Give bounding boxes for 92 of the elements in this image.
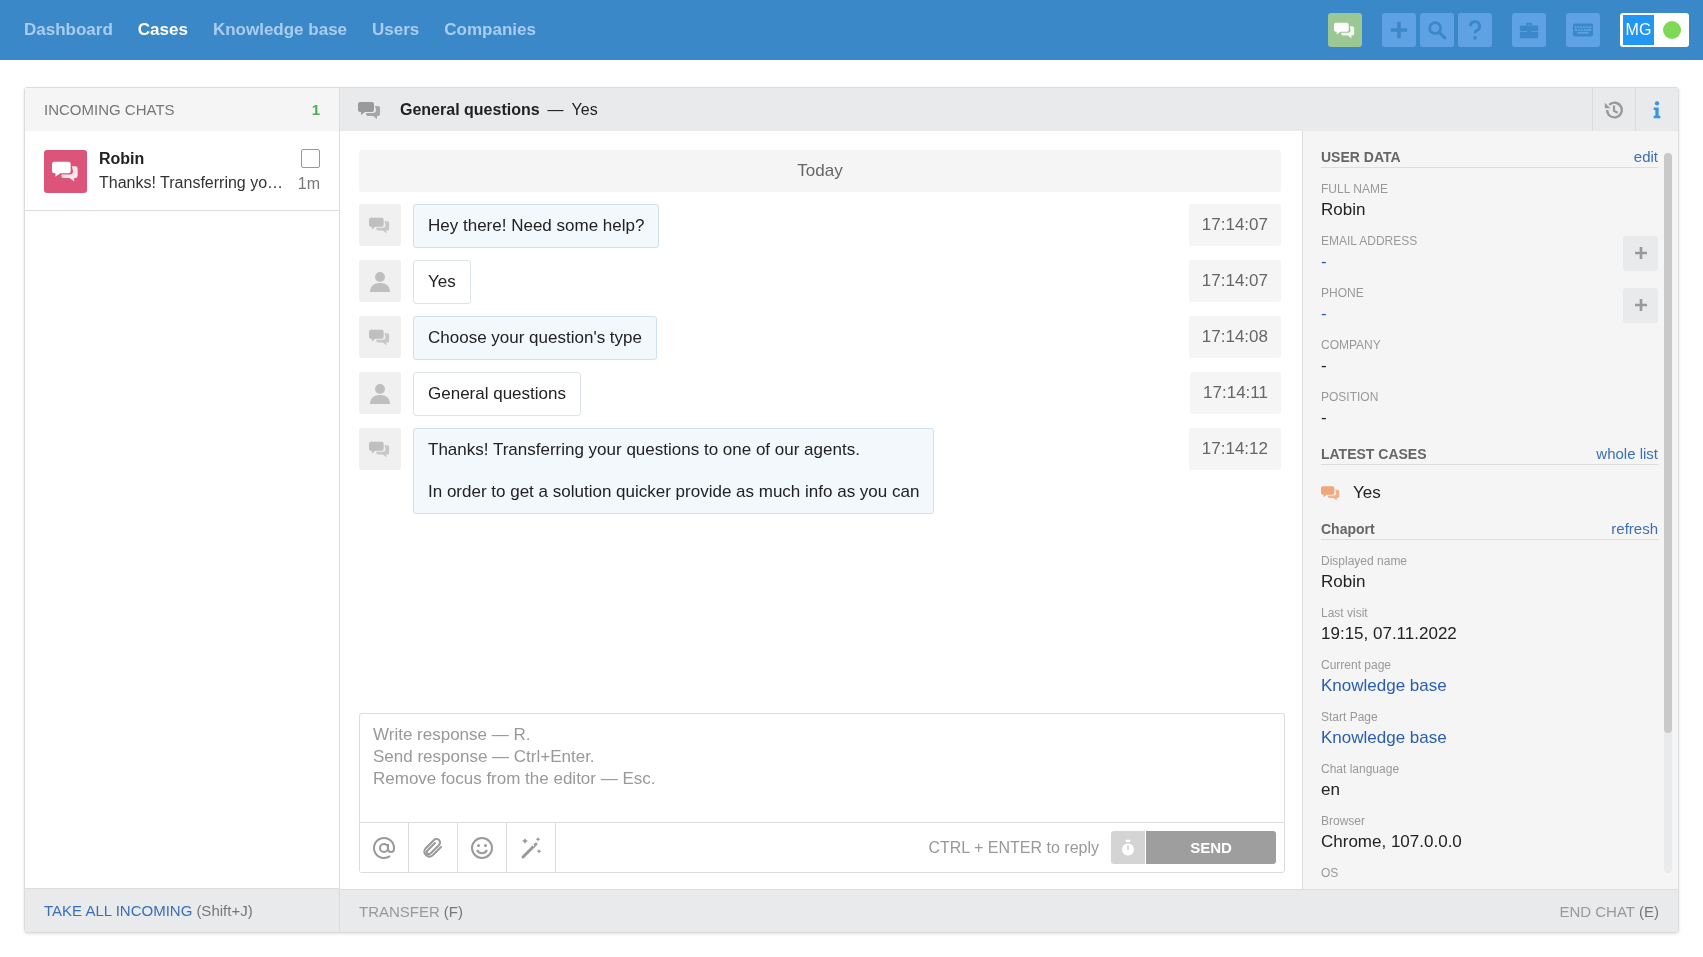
field-label: FULL NAME	[1321, 182, 1389, 196]
field-value: Chrome, 107.0.0.0	[1321, 832, 1463, 852]
message-preview: Thanks! Transferring yo…	[99, 174, 285, 192]
person-icon	[368, 269, 392, 293]
message-time: 17:14:07	[1188, 260, 1281, 302]
magic-wand-icon	[519, 835, 543, 860]
stopwatch-icon	[1119, 838, 1137, 857]
reply-field[interactable]: Write response — R. Send response — Ctrl+Enter. Remove focus from the editor — Esc.	[359, 713, 1285, 822]
paperclip-icon	[421, 835, 445, 860]
add-icon	[1388, 19, 1410, 41]
field-label: Browser	[1321, 814, 1366, 828]
keyboard-button[interactable]	[1566, 13, 1600, 47]
nav-link[interactable]: Cases	[137, 20, 188, 40]
message-text: Choose your question's type	[428, 327, 642, 349]
section-link[interactable]: refresh	[1611, 520, 1658, 537]
field-value: -	[1321, 408, 1328, 428]
field-value: Robin	[1321, 200, 1367, 220]
shortcut-hint: (Shift+J)	[196, 902, 253, 919]
chat-count: 1	[311, 101, 320, 118]
add-button[interactable]	[1623, 287, 1658, 323]
chats-button[interactable]	[1328, 13, 1362, 47]
field-label: Start Page	[1321, 710, 1379, 724]
field-link[interactable]: -	[1321, 252, 1623, 272]
section-heading: Chaport	[1321, 521, 1375, 537]
message-text: In order to get a solution quicker provide as much info as you can	[428, 481, 920, 503]
user-initials: MG	[1623, 15, 1654, 45]
conversation-subject: Yes	[571, 100, 598, 119]
message-text: General questions	[428, 383, 566, 405]
scrollbar[interactable]	[1664, 153, 1672, 873]
field-value: 19:15, 07.11.2022	[1321, 624, 1458, 644]
message-text: Yes	[428, 271, 456, 293]
section-link[interactable]: edit	[1633, 148, 1658, 165]
help-button[interactable]	[1458, 13, 1492, 47]
field-label: EMAIL ADDRESS	[1321, 234, 1419, 248]
section-link[interactable]: whole list	[1596, 445, 1658, 462]
message-time: 17:14:07	[1188, 204, 1281, 246]
message-text: Hey there! Need some help?	[428, 215, 645, 237]
search-button[interactable]	[1420, 13, 1454, 47]
nav-link[interactable]: Dashboard	[24, 20, 113, 40]
field-label: PHONE	[1321, 286, 1365, 300]
nav-link[interactable]: Knowledge base	[212, 20, 348, 40]
title-separator: —	[547, 100, 564, 119]
field-label: Chat language	[1321, 762, 1401, 776]
visitor-name: Robin	[99, 150, 146, 168]
section-heading: USER DATA	[1321, 149, 1401, 165]
plus-icon	[1632, 297, 1649, 313]
take-all-link[interactable]: TAKE ALL INCOMING	[44, 902, 193, 919]
transfer-link[interactable]: TRANSFER	[359, 902, 440, 920]
field-link[interactable]: -	[1321, 304, 1623, 324]
message-time: 17:14:11	[1190, 372, 1281, 414]
chat-bubbles-icon	[1321, 483, 1341, 503]
timer-button[interactable]	[1111, 831, 1145, 864]
field-label: Displayed name	[1321, 554, 1409, 568]
case-item[interactable]: Yes	[1321, 483, 1658, 503]
message-text: Thanks! Transferring your questions to one of our agents.	[428, 439, 861, 461]
search-icon	[1426, 19, 1448, 41]
field-label: POSITION	[1321, 390, 1380, 404]
section-heading: LATEST CASES	[1321, 446, 1427, 462]
account-menu[interactable]: MG	[1620, 13, 1689, 47]
panel-title: INCOMING CHATS	[44, 101, 175, 118]
shortcut-hint: (F)	[443, 902, 463, 920]
field-label: Current page	[1321, 658, 1393, 672]
add-button[interactable]	[1382, 13, 1416, 47]
field-label: OS	[1321, 866, 1340, 880]
chat-time: 1m	[297, 175, 320, 193]
field-label: Last visit	[1321, 606, 1369, 620]
select-checkbox[interactable]	[301, 149, 320, 168]
field-link[interactable]: Knowledge base	[1321, 676, 1658, 696]
send-button[interactable]: SEND	[1146, 831, 1276, 864]
field-label: COMPANY	[1321, 338, 1382, 352]
add-button[interactable]	[1623, 235, 1658, 271]
nav-link[interactable]: Users	[372, 20, 420, 40]
field-value: -	[1321, 356, 1328, 376]
end-chat-link[interactable]: END CHAT	[1559, 902, 1635, 920]
field-value: en	[1321, 780, 1341, 800]
plus-icon	[1632, 245, 1649, 261]
case-title: Yes	[1353, 483, 1381, 503]
person-icon	[368, 381, 392, 405]
briefcase-button[interactable]	[1512, 13, 1546, 47]
shortcut-hint: (E)	[1639, 902, 1659, 920]
conversation-topic: General questions	[400, 100, 540, 119]
at-sign-icon	[372, 835, 396, 860]
shortcut-hint: CTRL + ENTER to reply	[928, 838, 1099, 857]
smiley-icon	[470, 835, 494, 860]
nav-link[interactable]: Companies	[444, 20, 536, 40]
history-icon	[1603, 98, 1625, 121]
field-link[interactable]: Knowledge base	[1321, 728, 1658, 748]
field-value: Robin	[1321, 572, 1367, 592]
chat-list-item[interactable]: Robin Thanks! Transferring yo… 1m	[25, 131, 339, 211]
message-time: 17:14:08	[1188, 316, 1281, 358]
mention-button[interactable]	[360, 823, 409, 872]
message-time: 17:14:12	[1188, 428, 1281, 470]
